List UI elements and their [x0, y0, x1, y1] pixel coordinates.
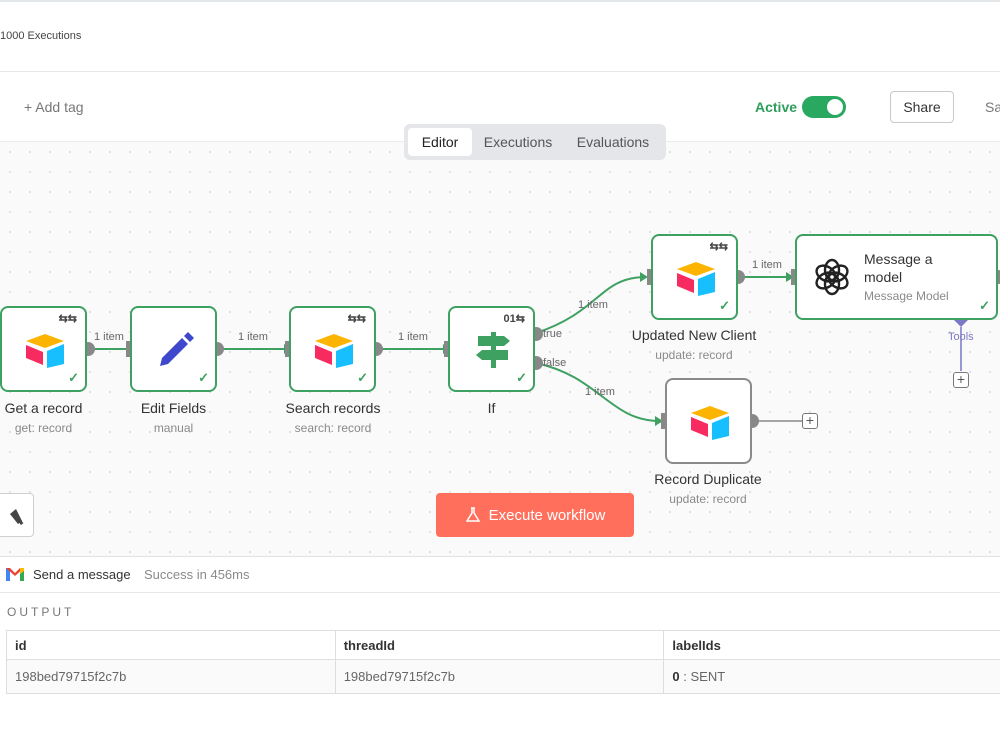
tab-evaluations[interactable]: Evaluations — [564, 128, 662, 156]
success-check-icon: ✓ — [719, 298, 730, 313]
execute-workflow-label: Execute workflow — [488, 506, 606, 524]
success-check-icon: ✓ — [198, 370, 209, 385]
cell-threadid: 198bed79715f2c7b — [334, 659, 665, 694]
output-table: id threadId labelIds 198bed79715f2c7b 19… — [6, 630, 1000, 694]
airtable-icon — [677, 262, 715, 296]
mini-binary-icon: 01⇆ — [503, 313, 525, 325]
edge-label-true-items: 1 item — [578, 299, 608, 311]
edge-label-model: 1 item — [752, 259, 782, 271]
airtable-icon — [691, 406, 729, 440]
tab-editor[interactable]: Editor — [408, 128, 472, 156]
success-check-icon: ✓ — [516, 370, 527, 385]
node-sub-message-model: Message Model — [864, 289, 949, 303]
add-tag-button[interactable]: + Add tag — [24, 99, 84, 115]
column-header-threadid: threadId — [334, 630, 665, 660]
node-title-updated-new-client: Updated New Client — [631, 327, 757, 343]
view-tabs: Editor Executions Evaluations — [404, 124, 666, 160]
tab-executions[interactable]: Executions — [476, 128, 560, 156]
node-record-duplicate[interactable] — [665, 378, 752, 464]
airtable-icon — [26, 334, 64, 368]
executions-count: 1000 Executions — [0, 30, 82, 42]
node-title-record-duplicate: Record Duplicate — [654, 471, 762, 487]
node-sub-search-records: search: record — [294, 421, 372, 435]
mini-refresh-icon: ⇆⇆ — [347, 313, 366, 325]
panel-node-name: Send a message — [33, 567, 131, 582]
share-button[interactable]: Share — [890, 91, 954, 123]
active-toggle[interactable] — [802, 96, 846, 118]
clean-up-button[interactable] — [0, 493, 34, 537]
node-sub-edit-fields: manual — [153, 421, 194, 435]
node-edit-fields[interactable]: ✓ — [130, 306, 217, 392]
node-title-message-model: Message a model — [864, 251, 933, 285]
add-tool-button[interactable]: + — [953, 372, 969, 388]
panel-header: Send a message Success in 456ms — [0, 557, 1000, 593]
edge-label-true: true — [543, 328, 562, 340]
column-header-labelids: labelIds — [663, 630, 1000, 660]
node-get-record[interactable]: ⇆⇆ ✓ — [0, 306, 87, 392]
mini-refresh-icon: ⇆⇆ — [709, 241, 728, 253]
tools-label: Tools — [948, 331, 974, 343]
node-sub-record-duplicate: update: record — [669, 492, 747, 506]
edge-label-edit-search: 1 item — [238, 331, 268, 343]
edge-label-search-if: 1 item — [398, 331, 428, 343]
success-check-icon: ✓ — [68, 370, 79, 385]
cell-labelids: 0 : SENT — [663, 659, 1000, 694]
table-row: 198bed79715f2c7b 198bed79715f2c7b 0 : SE… — [6, 659, 1000, 694]
node-updated-new-client[interactable]: ⇆⇆ ✓ — [651, 234, 738, 320]
toggle-knob — [827, 99, 843, 115]
output-label: OUTPUT — [7, 605, 75, 619]
flask-icon — [465, 507, 480, 522]
signpost-icon — [476, 332, 510, 368]
cell-id: 198bed79715f2c7b — [6, 659, 336, 694]
add-node-button[interactable]: + — [802, 413, 818, 429]
node-sub-updated-new-client: update: record — [655, 348, 733, 362]
active-label: Active — [755, 99, 798, 115]
broom-icon — [10, 509, 24, 526]
node-title-get-record: Get a record — [4, 400, 83, 416]
node-title-edit-fields: Edit Fields — [140, 400, 207, 416]
output-panel: Send a message Success in 456ms OUTPUT i… — [0, 556, 1000, 750]
airtable-icon — [315, 334, 353, 368]
panel-status: Success in 456ms — [144, 567, 250, 582]
node-if[interactable]: 01⇆ ✓ — [448, 306, 535, 392]
mini-refresh-icon: ⇆⇆ — [58, 313, 77, 325]
label-value: SENT — [690, 669, 726, 684]
workflow-canvas[interactable]: 1 item 1 item 1 item true false 1 item 1… — [0, 142, 1000, 556]
save-button[interactable]: Save — [985, 99, 1000, 115]
node-search-records[interactable]: ⇆⇆ ✓ — [289, 306, 376, 392]
edge-label-get-edit: 1 item — [94, 331, 124, 343]
node-title-search-records: Search records — [285, 400, 381, 416]
pencil-icon — [160, 332, 194, 366]
success-check-icon: ✓ — [357, 370, 368, 385]
success-check-icon: ✓ — [979, 298, 990, 313]
openai-icon — [815, 258, 849, 296]
table-header-row: id threadId labelIds — [6, 630, 1000, 660]
node-sub-get-record: get: record — [14, 421, 73, 435]
node-message-model[interactable]: Message a model Message Model ✓ — [795, 234, 998, 320]
edge-label-false-items: 1 item — [585, 386, 615, 398]
execute-workflow-button[interactable]: Execute workflow — [436, 493, 634, 537]
edge-label-false: false — [543, 357, 567, 369]
top-bar: 1000 Executions — [0, 0, 1000, 72]
column-header-id: id — [6, 630, 336, 660]
node-title-if: If — [487, 400, 496, 416]
label-index: 0 — [672, 669, 680, 684]
gmail-icon — [6, 568, 24, 581]
